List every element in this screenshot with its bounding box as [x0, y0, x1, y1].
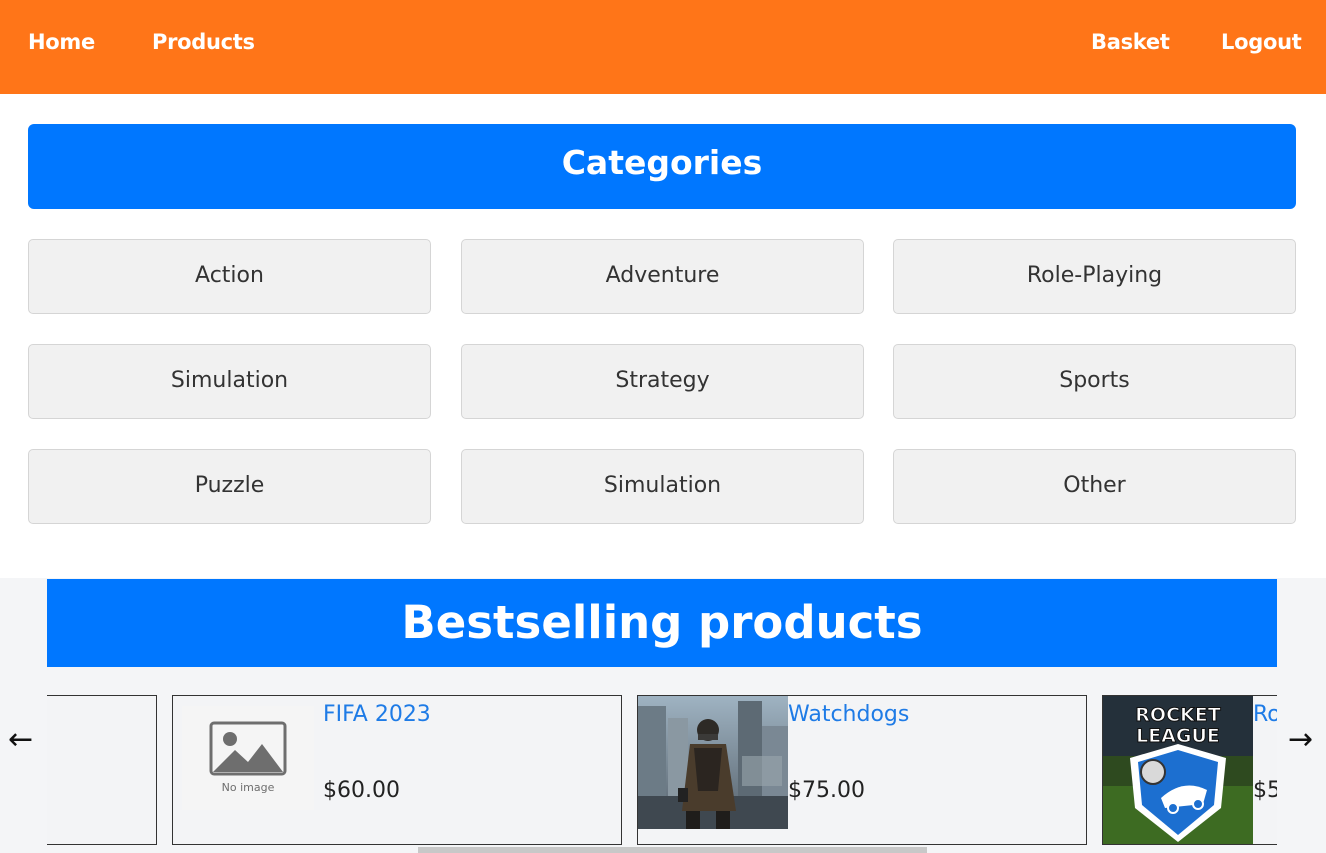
carousel-prev-arrow-icon[interactable]: ← [8, 722, 33, 758]
product-price: $5 [1253, 778, 1277, 803]
watchdogs-cover-image [638, 696, 788, 829]
no-image-placeholder-icon: No image [173, 696, 323, 829]
top-navbar: Home Products Basket Logout [0, 0, 1326, 94]
rocket-league-cover-image: ROCKET LEAGUE [1103, 696, 1253, 844]
product-price: $75.00 [788, 778, 865, 803]
nav-basket-link[interactable]: Basket [1091, 30, 1170, 54]
category-button-strategy[interactable]: Strategy [461, 344, 864, 419]
category-button-puzzle[interactable]: Puzzle [28, 449, 431, 524]
category-button-simulation[interactable]: Simulation [28, 344, 431, 419]
product-carousel[interactable]: No image FIFA 2023 $60.00 Watchdogs $75.… [47, 667, 1277, 853]
product-card-partial[interactable] [47, 695, 157, 845]
category-button-adventure[interactable]: Adventure [461, 239, 864, 314]
product-card-rocket-league[interactable]: ROCKET LEAGUE Ro $5 [1102, 695, 1277, 845]
category-button-other[interactable]: Other [893, 449, 1296, 524]
nav-products-link[interactable]: Products [152, 30, 255, 54]
rocket-league-logo-text-2: LEAGUE [1136, 725, 1220, 747]
carousel-scrollbar[interactable] [418, 847, 927, 853]
rocket-league-logo-text: ROCKET [1135, 704, 1220, 726]
product-card-watchdogs[interactable]: Watchdogs $75.00 [637, 695, 1087, 845]
product-title-link[interactable]: Ro [1253, 702, 1277, 727]
product-title-link[interactable]: Watchdogs [788, 702, 909, 727]
no-image-label: No image [222, 781, 275, 794]
category-button-simulation-2[interactable]: Simulation [461, 449, 864, 524]
product-card-fifa-2023[interactable]: No image FIFA 2023 $60.00 [172, 695, 622, 845]
nav-logout-link[interactable]: Logout [1221, 30, 1302, 54]
category-button-role-playing[interactable]: Role-Playing [893, 239, 1296, 314]
category-button-action[interactable]: Action [28, 239, 431, 314]
bestselling-heading: Bestselling products [47, 579, 1277, 667]
carousel-next-arrow-icon[interactable]: → [1288, 722, 1313, 758]
nav-home-link[interactable]: Home [28, 30, 95, 54]
categories-heading: Categories [28, 124, 1296, 209]
product-title-link[interactable]: FIFA 2023 [323, 702, 431, 727]
category-button-sports[interactable]: Sports [893, 344, 1296, 419]
product-price: $60.00 [323, 778, 400, 803]
